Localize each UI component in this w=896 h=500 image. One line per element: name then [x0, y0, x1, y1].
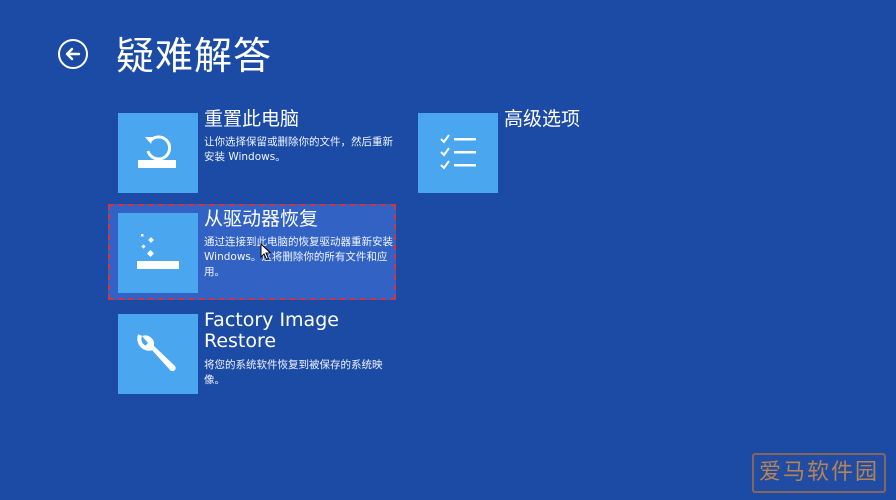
option-title: 重置此电脑	[204, 108, 300, 130]
back-button[interactable]	[58, 39, 88, 69]
option-title: Factory Image Restore	[204, 309, 339, 352]
option-title: 从驱动器恢复	[204, 208, 319, 230]
option-tile	[118, 213, 198, 293]
option-description: 让你选择保留或删除你的文件，然后重新安装 Windows。	[204, 136, 393, 163]
option-tile	[118, 314, 198, 394]
option-description: 将您的系统软件恢复到被保存的系统映像。	[204, 359, 383, 386]
checklist-icon	[440, 134, 476, 170]
back-arrow-icon	[65, 47, 81, 61]
option-title: 高级选项	[504, 108, 581, 130]
wrench-icon	[137, 334, 176, 372]
option-tile	[418, 113, 498, 193]
watermark-logo: 爱马软件园	[752, 453, 886, 493]
mouse-cursor-icon	[260, 242, 272, 265]
drive-recovery-icon	[137, 234, 179, 269]
option-description: 通过连接到此电脑的恢复驱动器重新安装 Windows。这将删除你的所有文件和应用…	[204, 236, 393, 278]
option-tile	[118, 113, 198, 193]
page-title: 疑难解答	[116, 34, 273, 78]
reset-pc-icon	[138, 135, 176, 168]
